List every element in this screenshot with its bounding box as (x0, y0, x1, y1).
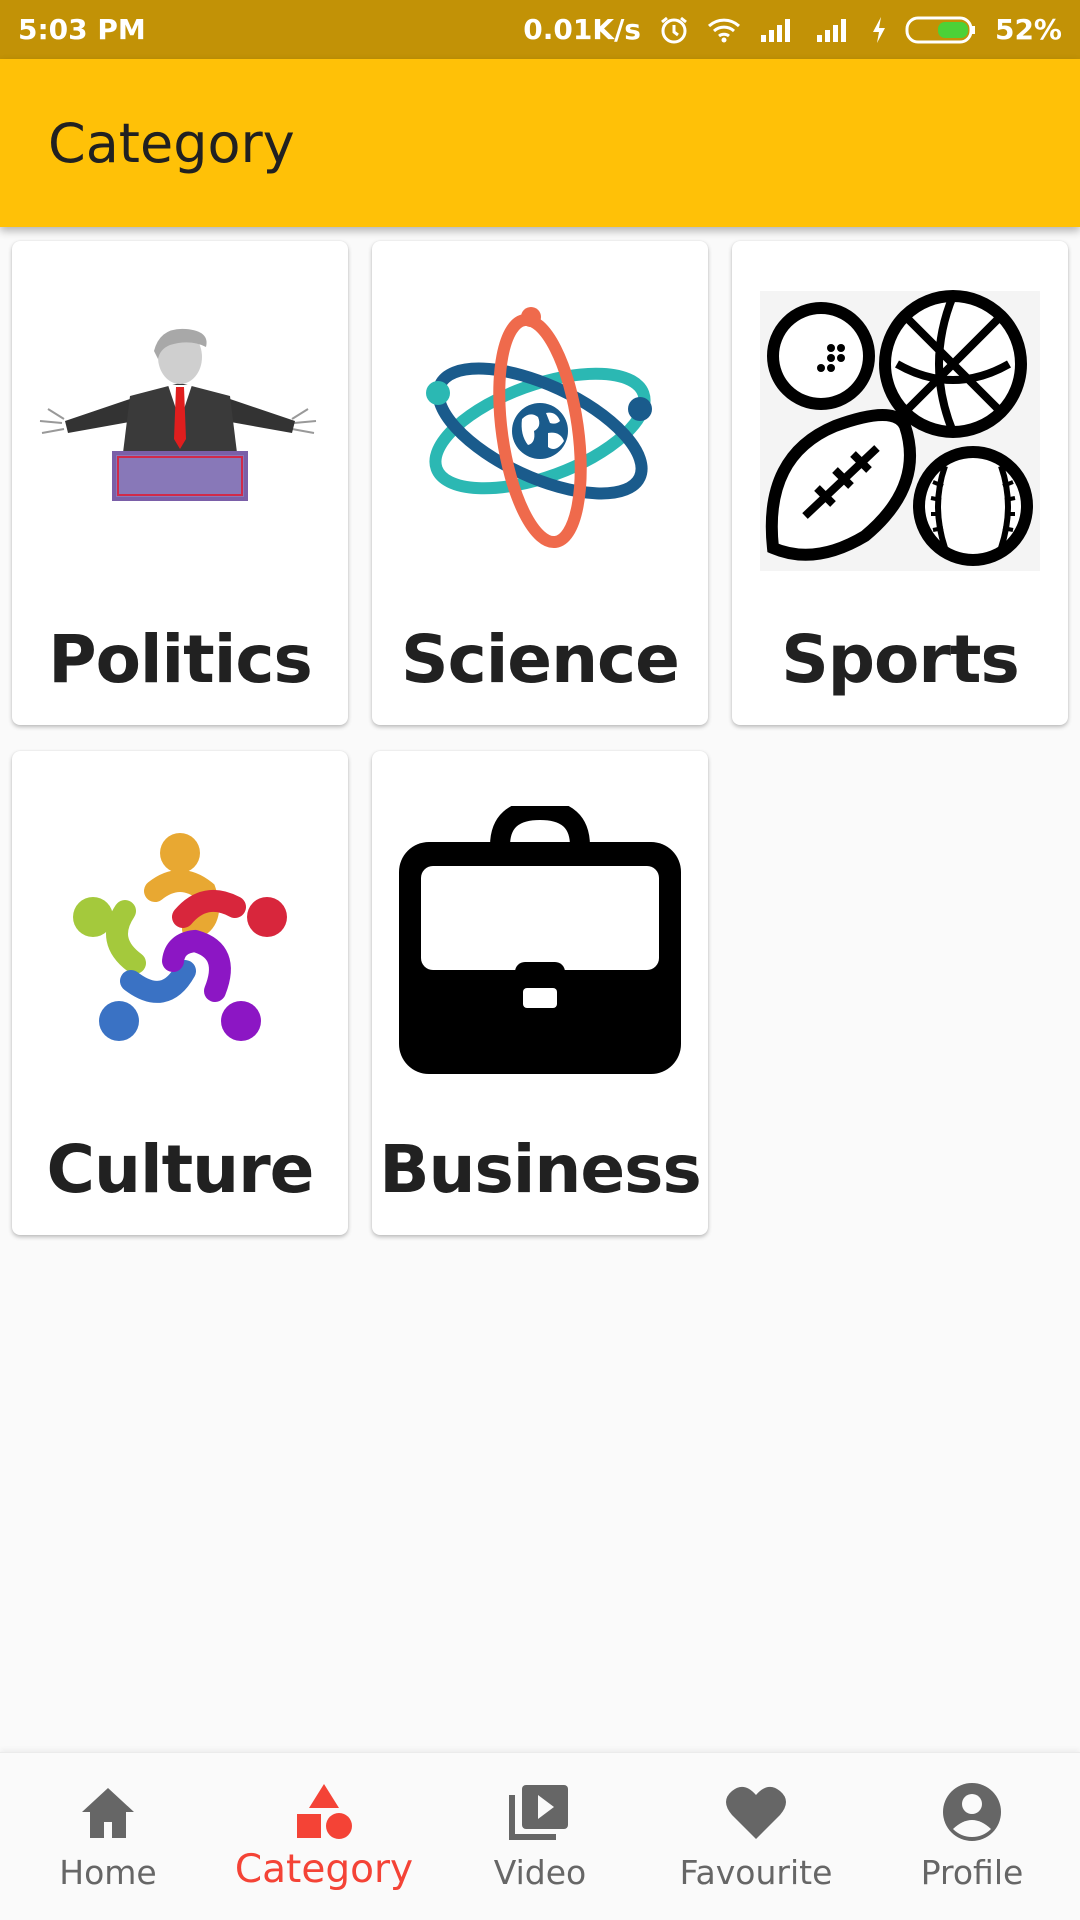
nav-item-profile[interactable]: Profile (864, 1753, 1080, 1920)
status-time: 5:03 PM (18, 13, 146, 46)
category-card-science[interactable]: Science (372, 241, 708, 725)
heart-icon (724, 1779, 788, 1845)
alarm-icon (659, 15, 689, 45)
nav-label: Favourite (679, 1853, 833, 1892)
nav-label: Home (59, 1853, 157, 1892)
video-library-icon (508, 1779, 572, 1845)
status-indicators: 0.01K/s 52% (523, 13, 1062, 46)
category-label: Politics (48, 621, 313, 698)
category-card-politics[interactable]: Politics (12, 241, 348, 725)
nav-item-home[interactable]: Home (0, 1753, 216, 1920)
network-speed: 0.01K/s (523, 13, 641, 46)
people-circle-image (26, 791, 334, 1091)
category-card-culture[interactable]: Culture (12, 751, 348, 1235)
battery-icon (905, 15, 977, 45)
nav-label: Profile (920, 1853, 1024, 1892)
briefcase-image (386, 791, 694, 1091)
category-label: Culture (46, 1131, 315, 1208)
nav-item-video[interactable]: Video (432, 1753, 648, 1920)
category-shapes-icon (293, 1779, 355, 1845)
battery-percent: 52% (994, 13, 1062, 46)
page-title: Category (48, 111, 295, 175)
account-circle-icon (941, 1779, 1003, 1845)
nav-item-favourite[interactable]: Favourite (648, 1753, 864, 1920)
app-bar: Category (0, 59, 1080, 227)
politician-podium-image (26, 281, 334, 581)
category-label: Science (401, 621, 680, 698)
nav-item-category[interactable]: Category (216, 1753, 432, 1920)
category-card-sports[interactable]: Sports (732, 241, 1068, 725)
signal-icon (759, 17, 797, 43)
category-card-business[interactable]: Business (372, 751, 708, 1235)
nav-label: Video (493, 1853, 587, 1892)
home-icon (78, 1779, 138, 1845)
status-bar: 5:03 PM 0.01K/s 52% (0, 0, 1080, 59)
charging-icon (871, 16, 887, 44)
bottom-navigation: Home Category Video Favourite Profile (0, 1752, 1080, 1920)
sports-balls-image (746, 281, 1054, 581)
wifi-icon (707, 17, 741, 43)
atom-globe-image (386, 281, 694, 581)
category-label: Sports (781, 621, 1020, 698)
signal-icon (815, 17, 853, 43)
category-label: Business (379, 1131, 702, 1208)
nav-label: Category (234, 1847, 414, 1892)
